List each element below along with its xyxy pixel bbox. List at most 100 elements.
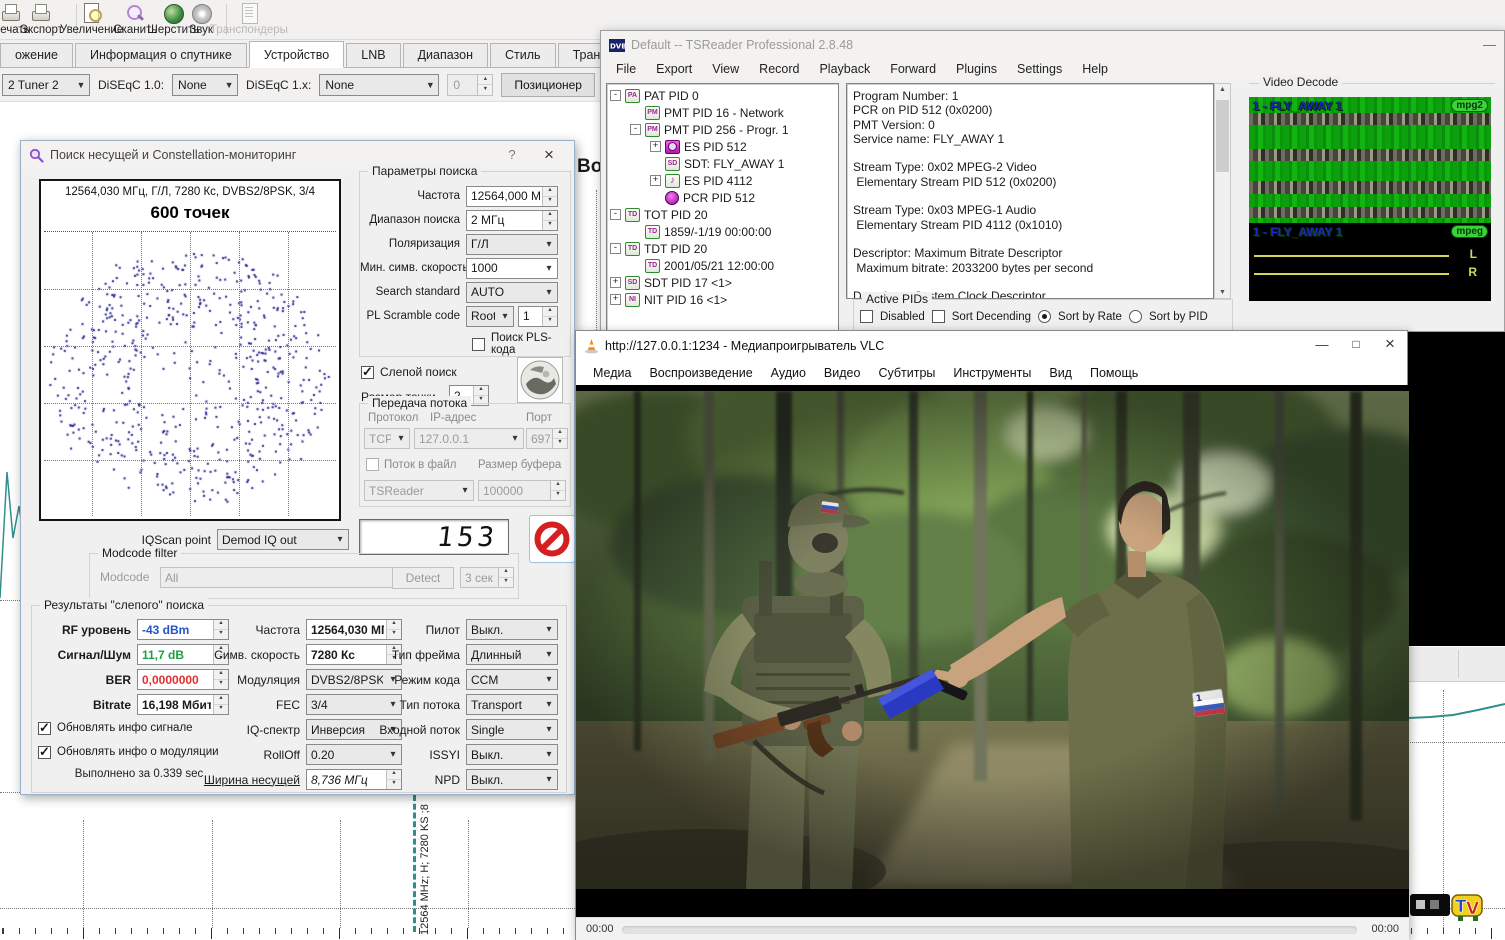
app-tab[interactable]: Устройство bbox=[249, 41, 344, 68]
tree-expander-icon[interactable]: - bbox=[610, 209, 621, 220]
tree-expander-icon[interactable]: - bbox=[610, 90, 621, 101]
menu-item[interactable]: Playback bbox=[810, 60, 879, 78]
app-tab[interactable]: Диапазон bbox=[403, 43, 488, 67]
update-info-checkbox[interactable] bbox=[38, 746, 51, 759]
control-arrows-icon[interactable] bbox=[541, 283, 557, 302]
param-control[interactable]: 2 МГц bbox=[466, 210, 558, 231]
result-select[interactable]: CCM bbox=[466, 669, 558, 690]
result-select[interactable]: Выкл. bbox=[466, 619, 558, 640]
pid-tree-row[interactable]: + ♪ ES PID 4112 bbox=[610, 172, 838, 189]
chevron-down-icon[interactable] bbox=[541, 695, 557, 714]
iqscan-point-select[interactable]: Demod IQ out bbox=[217, 529, 349, 550]
menu-item[interactable]: Медиа bbox=[584, 364, 640, 382]
app-tab[interactable]: Информация о спутнике bbox=[75, 43, 247, 67]
control-arrows-icon[interactable] bbox=[542, 211, 557, 230]
chevron-down-icon[interactable] bbox=[541, 620, 557, 639]
video-decode-thumbnail[interactable]: 1 - FLY_AWAY 1 mpg2 bbox=[1249, 97, 1491, 223]
app-tab[interactable]: Стиль bbox=[490, 43, 556, 67]
pid-tree-row[interactable]: PCR PID 512 bbox=[610, 189, 838, 206]
app-tab[interactable]: ожение bbox=[0, 43, 73, 67]
close-icon[interactable]: × bbox=[1373, 331, 1407, 357]
result-select[interactable]: Transport bbox=[466, 694, 558, 715]
close-icon[interactable]: × bbox=[538, 145, 560, 165]
minimize-icon[interactable]: — bbox=[1483, 37, 1496, 52]
menu-item[interactable]: Вид bbox=[1040, 364, 1081, 382]
control-arrows-icon[interactable] bbox=[541, 259, 557, 278]
pid-tree-row[interactable]: + NI NIT PID 16 <1> bbox=[610, 291, 838, 308]
vlc-video-area[interactable]: 1 bbox=[576, 385, 1409, 917]
tree-expander-icon[interactable]: + bbox=[650, 175, 661, 186]
toolbar-button[interactable]: Транспондеры bbox=[200, 0, 298, 39]
param-control[interactable]: Г/Л bbox=[466, 234, 558, 255]
tree-expander-icon[interactable]: + bbox=[610, 277, 621, 288]
menu-item[interactable]: Субтитры bbox=[869, 364, 944, 382]
menu-item[interactable]: Воспроизведение bbox=[640, 364, 761, 382]
info-scrollbar[interactable]: ▲▼ bbox=[1214, 83, 1231, 299]
menu-item[interactable]: Помощь bbox=[1081, 364, 1147, 382]
menu-item[interactable]: Forward bbox=[881, 60, 945, 78]
tree-expander-icon[interactable]: + bbox=[610, 294, 621, 305]
positioner-button[interactable]: Позиционер bbox=[501, 73, 595, 97]
menu-item[interactable]: Record bbox=[750, 60, 808, 78]
diseqc1x-select[interactable]: None▼ bbox=[319, 74, 439, 96]
minimize-icon[interactable]: — bbox=[1305, 331, 1339, 357]
pl-root-select[interactable]: Root bbox=[466, 306, 514, 327]
menu-item[interactable]: Инструменты bbox=[944, 364, 1040, 382]
diseqc10-select[interactable]: None▼ bbox=[172, 74, 238, 96]
menu-item[interactable]: Settings bbox=[1008, 60, 1071, 78]
chevron-down-icon[interactable] bbox=[541, 745, 557, 764]
result-select[interactable]: Выкл. bbox=[466, 769, 558, 790]
control-arrows-icon[interactable] bbox=[542, 187, 557, 206]
pid-tree-row[interactable]: PM PMT PID 16 - Network bbox=[610, 104, 838, 121]
pid-tree-row[interactable]: - TD TOT PID 20 bbox=[610, 206, 838, 223]
pls-search-checkbox[interactable] bbox=[472, 338, 485, 351]
menu-item[interactable]: Export bbox=[647, 60, 701, 78]
pid-tree-row[interactable]: - TD TDT PID 20 bbox=[610, 240, 838, 257]
vlc-titlebar[interactable]: http://127.0.0.1:1234 - Медиапроигрывате… bbox=[576, 331, 1407, 361]
globe-button[interactable] bbox=[517, 357, 563, 403]
menu-item[interactable]: Help bbox=[1073, 60, 1117, 78]
param-control[interactable]: 1000 bbox=[466, 258, 558, 279]
control-arrows-icon[interactable] bbox=[541, 235, 557, 254]
menu-item[interactable]: File bbox=[607, 60, 645, 78]
position-stepper[interactable]: 0▲▼ bbox=[447, 74, 493, 96]
maximize-icon[interactable]: □ bbox=[1339, 331, 1373, 357]
menu-item[interactable]: Видео bbox=[815, 364, 870, 382]
sort-by-pid-radio[interactable] bbox=[1129, 310, 1142, 323]
tree-expander-icon[interactable]: - bbox=[630, 124, 641, 135]
pid-tree-row[interactable]: + ES PID 512 bbox=[610, 138, 838, 155]
update-info-checkbox[interactable] bbox=[38, 722, 51, 735]
pid-tree-row[interactable]: + SD SDT PID 17 <1> bbox=[610, 274, 838, 291]
scrollbar-thumb[interactable] bbox=[1216, 100, 1229, 172]
tree-expander-icon[interactable]: + bbox=[650, 141, 661, 152]
result-select[interactable]: Single bbox=[466, 719, 558, 740]
pid-tree-row[interactable]: SD SDT: FLY_AWAY 1 bbox=[610, 155, 838, 172]
stepper-arrows-icon[interactable]: ▲▼ bbox=[477, 75, 492, 95]
sort-by-rate-radio[interactable] bbox=[1038, 310, 1051, 323]
param-control[interactable]: 12564,000 МГц bbox=[466, 186, 558, 207]
menu-item[interactable]: Аудио bbox=[762, 364, 815, 382]
result-select[interactable]: Выкл. bbox=[466, 744, 558, 765]
chevron-down-icon[interactable] bbox=[541, 720, 557, 739]
param-control[interactable]: AUTO bbox=[466, 282, 558, 303]
audio-decode-panel[interactable]: 1 - FLY_AWAY 1 mpeg L R bbox=[1249, 223, 1491, 301]
chevron-down-icon[interactable] bbox=[332, 530, 348, 549]
sort-descending-checkbox[interactable] bbox=[932, 310, 945, 323]
pid-tree-row[interactable]: - PA PAT PID 0 bbox=[610, 87, 838, 104]
tsreader-titlebar[interactable]: DVB Default -- TSReader Professional 2.8… bbox=[601, 31, 1504, 59]
chevron-down-icon[interactable] bbox=[541, 670, 557, 689]
blind-search-checkbox[interactable] bbox=[361, 366, 374, 379]
disabled-checkbox[interactable] bbox=[860, 310, 873, 323]
tree-expander-icon[interactable]: - bbox=[610, 243, 621, 254]
seek-slider[interactable] bbox=[622, 926, 1357, 934]
pid-tree-row[interactable]: - PM PMT PID 256 - Progr. 1 bbox=[610, 121, 838, 138]
result-select[interactable]: Длинный bbox=[466, 644, 558, 665]
pid-tree[interactable]: - PA PAT PID 0 PM PMT PID 16 - Network -… bbox=[606, 83, 839, 343]
chevron-down-icon[interactable] bbox=[541, 645, 557, 664]
pid-tree-row[interactable]: TD 2001/05/21 12:00:00 bbox=[610, 257, 838, 274]
stop-button[interactable] bbox=[529, 515, 575, 563]
help-button[interactable]: ? bbox=[502, 147, 522, 162]
pl-code-stepper[interactable]: 1 bbox=[518, 306, 558, 327]
stepper-arrows-icon[interactable] bbox=[542, 307, 557, 326]
pid-tree-row[interactable]: TD 1859/-1/19 00:00:00 bbox=[610, 223, 838, 240]
